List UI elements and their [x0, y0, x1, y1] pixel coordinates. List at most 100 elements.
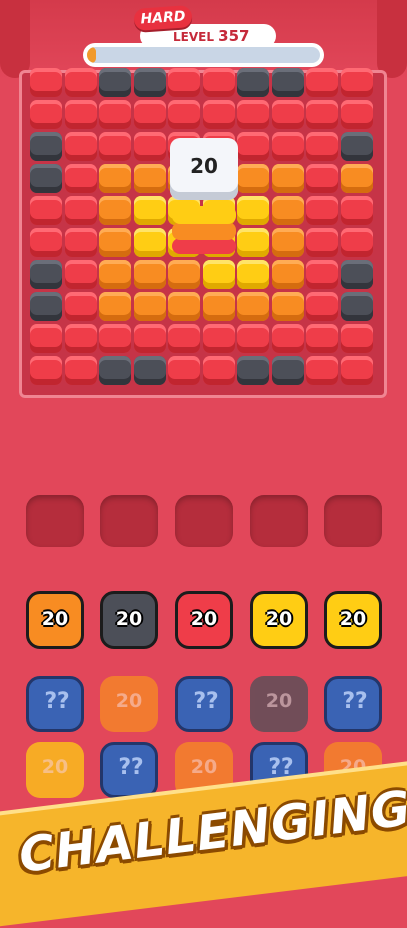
board-cube — [64, 132, 97, 161]
queued-count: 20 — [41, 756, 69, 778]
board-cube — [30, 68, 62, 97]
pick-cube-orange[interactable]: 20 — [26, 591, 84, 649]
board-cube — [306, 324, 338, 353]
board-cube — [237, 324, 269, 353]
board-cube — [133, 228, 166, 257]
board-cube — [306, 228, 338, 257]
board-cube — [237, 132, 269, 161]
mystery-cube: ? ? — [26, 676, 84, 732]
board-cube — [306, 68, 338, 97]
board-cube — [340, 356, 373, 385]
mystery-cube: ? ? — [324, 676, 382, 732]
queued-cube-yellow: 20 — [26, 742, 84, 798]
queued-count: 20 — [265, 690, 293, 712]
board-cube — [340, 196, 373, 225]
level-progress-bar — [83, 43, 324, 67]
board-cube — [237, 100, 269, 129]
pick-cube-dark[interactable]: 20 — [100, 591, 158, 649]
board-cube — [133, 292, 166, 321]
queued-count: 20 — [115, 690, 143, 712]
queued-count: 20 — [190, 756, 218, 778]
pick-cube-red[interactable]: 20 — [175, 591, 233, 649]
board-cube — [340, 164, 373, 193]
awning-right — [377, 0, 407, 78]
tower-count: 20 — [190, 154, 218, 178]
board-cube — [64, 196, 97, 225]
board-cube — [30, 260, 62, 289]
board-cube — [99, 292, 131, 321]
pick-cube-yellow[interactable]: 20 — [324, 591, 382, 649]
board-cube — [99, 260, 131, 289]
board-cube — [340, 324, 373, 353]
board-cube — [30, 100, 62, 129]
tower-layer-red — [172, 238, 236, 254]
tray-slot — [175, 495, 233, 547]
board-cube — [64, 228, 97, 257]
board-cube — [271, 100, 304, 129]
board-cube — [271, 196, 304, 225]
board-cube — [340, 100, 373, 129]
board-cube — [340, 68, 373, 97]
board-cube — [99, 100, 131, 129]
board-cube — [271, 292, 304, 321]
board-cube — [271, 68, 304, 97]
board-cube — [306, 100, 338, 129]
board-cube — [30, 228, 62, 257]
question-mark-icon: ? ? — [342, 689, 367, 714]
board-cube — [168, 260, 200, 289]
board-cube — [64, 260, 97, 289]
board-cube — [271, 164, 304, 193]
board-cube — [237, 356, 269, 385]
board-cube — [30, 132, 62, 161]
mystery-cube: ? ? — [100, 742, 158, 798]
pick-count: 20 — [41, 608, 69, 630]
cube-tower[interactable]: 20 — [170, 138, 238, 254]
board-cube — [133, 68, 166, 97]
progress-fill — [87, 47, 97, 63]
tower-layer-orange — [172, 222, 236, 240]
question-mark-icon: ? ? — [118, 755, 143, 780]
board-cube — [306, 196, 338, 225]
board-cube — [340, 228, 373, 257]
question-mark-icon: ? ? — [193, 689, 218, 714]
board-cube — [202, 292, 235, 321]
board-cube — [99, 196, 131, 225]
board-cube — [133, 324, 166, 353]
board-cube — [133, 164, 166, 193]
pick-count: 20 — [190, 608, 218, 630]
level-word: LEVEL — [173, 30, 214, 44]
queued-cube-orange: 20 — [100, 676, 158, 732]
board-cube — [237, 228, 269, 257]
board-cube — [168, 100, 200, 129]
board-cube — [306, 292, 338, 321]
board-cube — [202, 68, 235, 97]
awning-left — [0, 0, 30, 78]
board-cube — [237, 260, 269, 289]
tray-slot — [324, 495, 382, 547]
board-cube — [202, 100, 235, 129]
question-mark-icon: ? ? — [44, 689, 69, 714]
board-cube — [64, 100, 97, 129]
board-cube — [64, 68, 97, 97]
board-cube — [30, 164, 62, 193]
board-cube — [99, 324, 131, 353]
board-cube — [168, 324, 200, 353]
tray-slot — [100, 495, 158, 547]
tray-slot — [250, 495, 308, 547]
pick-count: 20 — [339, 608, 367, 630]
board-cube — [133, 260, 166, 289]
board-cube — [133, 196, 166, 225]
question-mark-icon: ? ? — [268, 755, 293, 780]
board-cube — [64, 356, 97, 385]
pick-cube-yellow[interactable]: 20 — [250, 591, 308, 649]
board-cube — [30, 324, 62, 353]
board-cube — [99, 164, 131, 193]
board-cube — [237, 196, 269, 225]
board-cube — [30, 292, 62, 321]
board-cube — [306, 164, 338, 193]
board-cube — [64, 164, 97, 193]
board-cube — [202, 260, 235, 289]
board-cube — [30, 356, 62, 385]
board-cube — [340, 132, 373, 161]
board-cube — [202, 324, 235, 353]
